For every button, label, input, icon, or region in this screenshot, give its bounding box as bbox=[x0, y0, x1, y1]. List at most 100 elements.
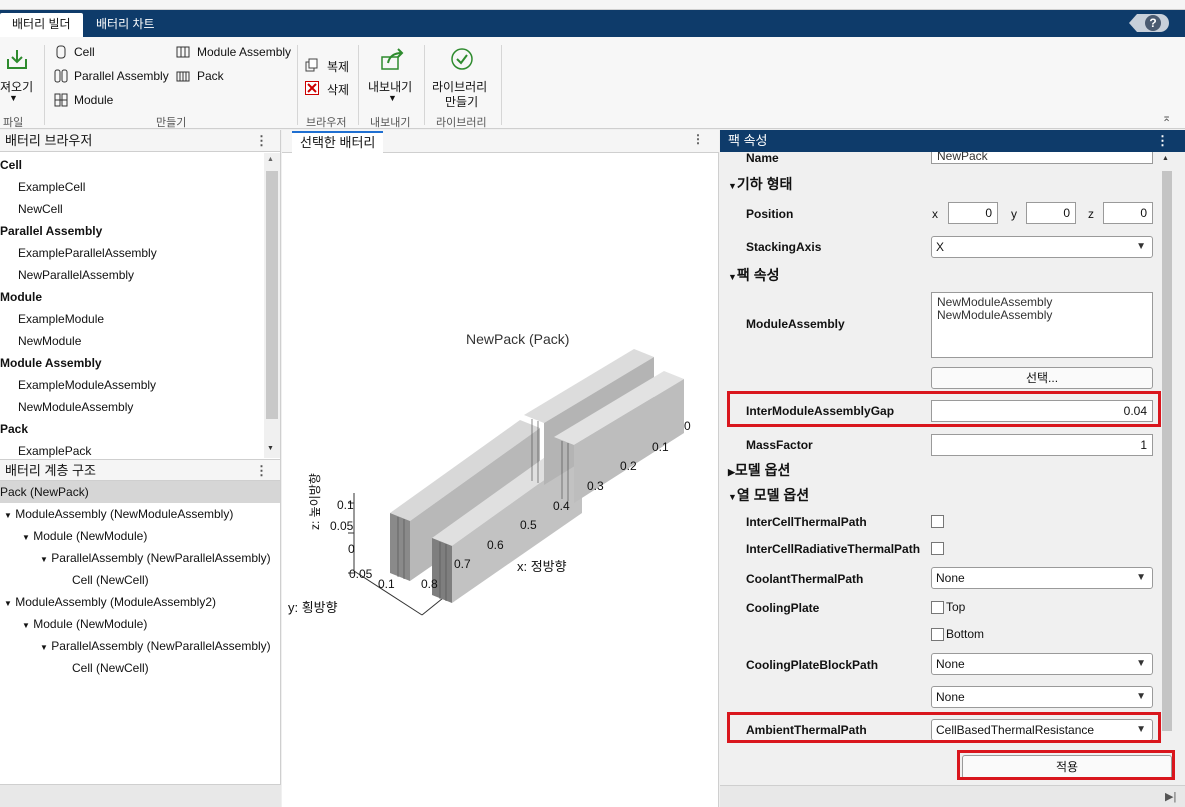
create-module-button[interactable]: Module bbox=[74, 93, 113, 107]
model-options-section[interactable]: ▶모델 옵션 bbox=[728, 460, 790, 480]
browser-scrollbar[interactable]: ▲ ▼ bbox=[264, 153, 280, 458]
browser-group-module-assembly[interactable]: Module Assembly bbox=[0, 356, 102, 370]
hierarchy-menu-icon[interactable]: ⋮ bbox=[255, 460, 268, 482]
export-dropdown-icon[interactable]: ▼ bbox=[388, 93, 397, 103]
stacking-axis-select[interactable]: X ▼ bbox=[931, 236, 1153, 258]
y-tick: 0.05 bbox=[349, 567, 373, 581]
radiative-thermal-checkbox[interactable] bbox=[931, 542, 944, 555]
browser-item[interactable]: NewParallelAssembly bbox=[18, 268, 134, 282]
hierarchy-item[interactable]: ▼ Module (NewModule) bbox=[22, 617, 147, 631]
position-label: Position bbox=[746, 207, 794, 221]
select-button[interactable]: 선택... bbox=[931, 367, 1153, 389]
props-menu-icon[interactable]: ⋮ bbox=[1156, 130, 1169, 152]
ambient-thermal-select[interactable]: CellBasedThermalResistance ▼ bbox=[931, 719, 1153, 741]
pos-z-field[interactable]: 0 bbox=[1103, 202, 1153, 224]
hierarchy-item[interactable]: Pack (NewPack) bbox=[0, 485, 89, 499]
browser-group-parallel-assembly[interactable]: Parallel Assembly bbox=[0, 224, 102, 238]
name-field[interactable]: NewPack bbox=[931, 152, 1153, 164]
hierarchy-panel: 배터리 계층 구조 ⋮ Pack (NewPack) ▼ ModuleAssemb… bbox=[0, 459, 281, 784]
browser-group-pack[interactable]: Pack bbox=[0, 422, 28, 436]
create-library-button-line2[interactable]: 만들기 bbox=[445, 93, 478, 110]
export-icon[interactable] bbox=[380, 47, 406, 71]
hierarchy-item[interactable]: ▼ ParallelAssembly (NewParallelAssembly) bbox=[40, 551, 271, 565]
thermal-options-section[interactable]: ▼열 모델 옵션 bbox=[728, 485, 809, 505]
battery-3d-plot[interactable] bbox=[282, 153, 719, 653]
create-parallel-assembly-button[interactable]: Parallel Assembly bbox=[74, 69, 169, 83]
module-assembly-item[interactable]: NewModuleAssembly bbox=[937, 309, 1147, 322]
hierarchy-item[interactable]: ▼ ParallelAssembly (NewParallelAssembly) bbox=[40, 639, 271, 653]
block-path-select[interactable]: None ▼ bbox=[931, 653, 1153, 675]
hierarchy-item[interactable]: ▼ ModuleAssembly (NewModuleAssembly) bbox=[4, 507, 233, 521]
intercell-thermal-label: InterCellThermalPath bbox=[746, 515, 867, 529]
geometry-section[interactable]: ▼기하 형태 bbox=[728, 174, 792, 194]
radiative-thermal-label: InterCellRadiativeThermalPath bbox=[746, 542, 921, 556]
plot-title: NewPack (Pack) bbox=[466, 331, 570, 347]
mass-factor-label: MassFactor bbox=[746, 438, 813, 452]
pack-properties-header: 팩 속성 ⋮ bbox=[720, 130, 1185, 152]
hierarchy-item[interactable]: Cell (NewCell) bbox=[72, 573, 149, 587]
delete-button[interactable]: 삭제 bbox=[327, 81, 349, 98]
create-pack-button[interactable]: Pack bbox=[197, 69, 224, 83]
help-icon: ? bbox=[1145, 15, 1161, 31]
tab-battery-builder[interactable]: 배터리 빌더 bbox=[0, 13, 83, 37]
coolant-thermal-select[interactable]: None ▼ bbox=[931, 567, 1153, 589]
cooling-plate-bottom-label: Bottom bbox=[946, 627, 985, 641]
browser-item[interactable]: ExampleCell bbox=[18, 180, 85, 194]
intercell-thermal-checkbox[interactable] bbox=[931, 515, 944, 528]
browser-item[interactable]: NewCell bbox=[18, 202, 63, 216]
mass-factor-field[interactable]: 1 bbox=[931, 434, 1153, 456]
props-scroll-thumb[interactable] bbox=[1162, 171, 1172, 731]
create-cell-button[interactable]: Cell bbox=[74, 45, 95, 59]
browser-item[interactable]: ExampleModule bbox=[18, 312, 104, 326]
gap-field[interactable]: 0.04 bbox=[931, 400, 1153, 422]
name-label: Name bbox=[746, 151, 779, 162]
section-export: 내보내기 bbox=[370, 117, 411, 129]
browser-item[interactable]: ExamplePack bbox=[18, 444, 91, 458]
copy-button[interactable]: 복제 bbox=[327, 58, 349, 75]
browser-scroll-thumb[interactable] bbox=[266, 171, 278, 419]
delete-icon bbox=[305, 81, 319, 95]
browser-item[interactable]: NewModule bbox=[18, 334, 81, 348]
viewer-menu-icon[interactable]: ⋮ bbox=[692, 132, 704, 146]
section-browser: 브라우저 bbox=[306, 117, 347, 129]
apply-button[interactable]: 적용 bbox=[962, 755, 1172, 779]
pack-section[interactable]: ▼팩 속성 bbox=[728, 265, 779, 285]
chevron-down-icon: ▼ bbox=[1136, 241, 1146, 252]
browser-menu-icon[interactable]: ⋮ bbox=[255, 130, 268, 152]
browser-item[interactable]: ExampleModuleAssembly bbox=[18, 378, 156, 392]
hierarchy-header: 배터리 계층 구조 ⋮ bbox=[0, 459, 280, 481]
toolstrip-tabs: 배터리 빌더 배터리 차트 ? bbox=[0, 10, 1185, 37]
browser-group-module[interactable]: Module bbox=[0, 290, 42, 304]
browser-item[interactable]: ExampleParallelAssembly bbox=[18, 246, 157, 260]
browser-item[interactable]: NewModuleAssembly bbox=[18, 400, 133, 414]
help-button[interactable]: ? bbox=[1129, 14, 1169, 32]
cooling-plate-bottom-checkbox[interactable] bbox=[931, 628, 944, 641]
pos-x-field[interactable]: 0 bbox=[948, 202, 998, 224]
cooling-plate-top-label: Top bbox=[946, 600, 966, 614]
module-assembly-list[interactable]: NewModuleAssembly NewModuleAssembly bbox=[931, 292, 1153, 358]
create-library-icon[interactable] bbox=[450, 47, 474, 71]
hierarchy-item[interactable]: ▼ ModuleAssembly (ModuleAssembly2) bbox=[4, 595, 216, 609]
x-tick: 0.5 bbox=[520, 518, 537, 532]
props-scrollbar[interactable]: ▲ bbox=[1160, 153, 1174, 743]
import-dropdown-icon[interactable]: ▼ bbox=[9, 93, 18, 103]
browser-group-cell[interactable]: Cell bbox=[0, 158, 22, 172]
coolant-thermal-label: CoolantThermalPath bbox=[746, 572, 864, 586]
tab-selected-battery[interactable]: 선택한 배터리 bbox=[292, 131, 384, 154]
cooling-plate-label: CoolingPlate bbox=[746, 601, 820, 615]
section-file: 파일 bbox=[3, 117, 24, 129]
block-path-select-2[interactable]: None ▼ bbox=[931, 686, 1153, 708]
hierarchy-item[interactable]: Cell (NewCell) bbox=[72, 661, 149, 675]
chevron-down-icon: ▼ bbox=[1136, 572, 1146, 583]
hierarchy-item[interactable]: ▼ Module (NewModule) bbox=[22, 529, 147, 543]
parallel-assembly-icon bbox=[54, 69, 68, 83]
tab-battery-chart[interactable]: 배터리 차트 bbox=[84, 13, 167, 37]
y-tick: 0.1 bbox=[378, 577, 395, 591]
import-icon[interactable] bbox=[5, 47, 29, 71]
props-status-bar bbox=[720, 785, 1185, 807]
collapse-ribbon-icon[interactable]: ⌅ bbox=[1162, 111, 1171, 124]
expand-icon[interactable]: ▶| bbox=[1165, 790, 1176, 803]
create-module-assembly-button[interactable]: Module Assembly bbox=[197, 45, 291, 59]
pos-y-field[interactable]: 0 bbox=[1026, 202, 1076, 224]
cooling-plate-top-checkbox[interactable] bbox=[931, 601, 944, 614]
